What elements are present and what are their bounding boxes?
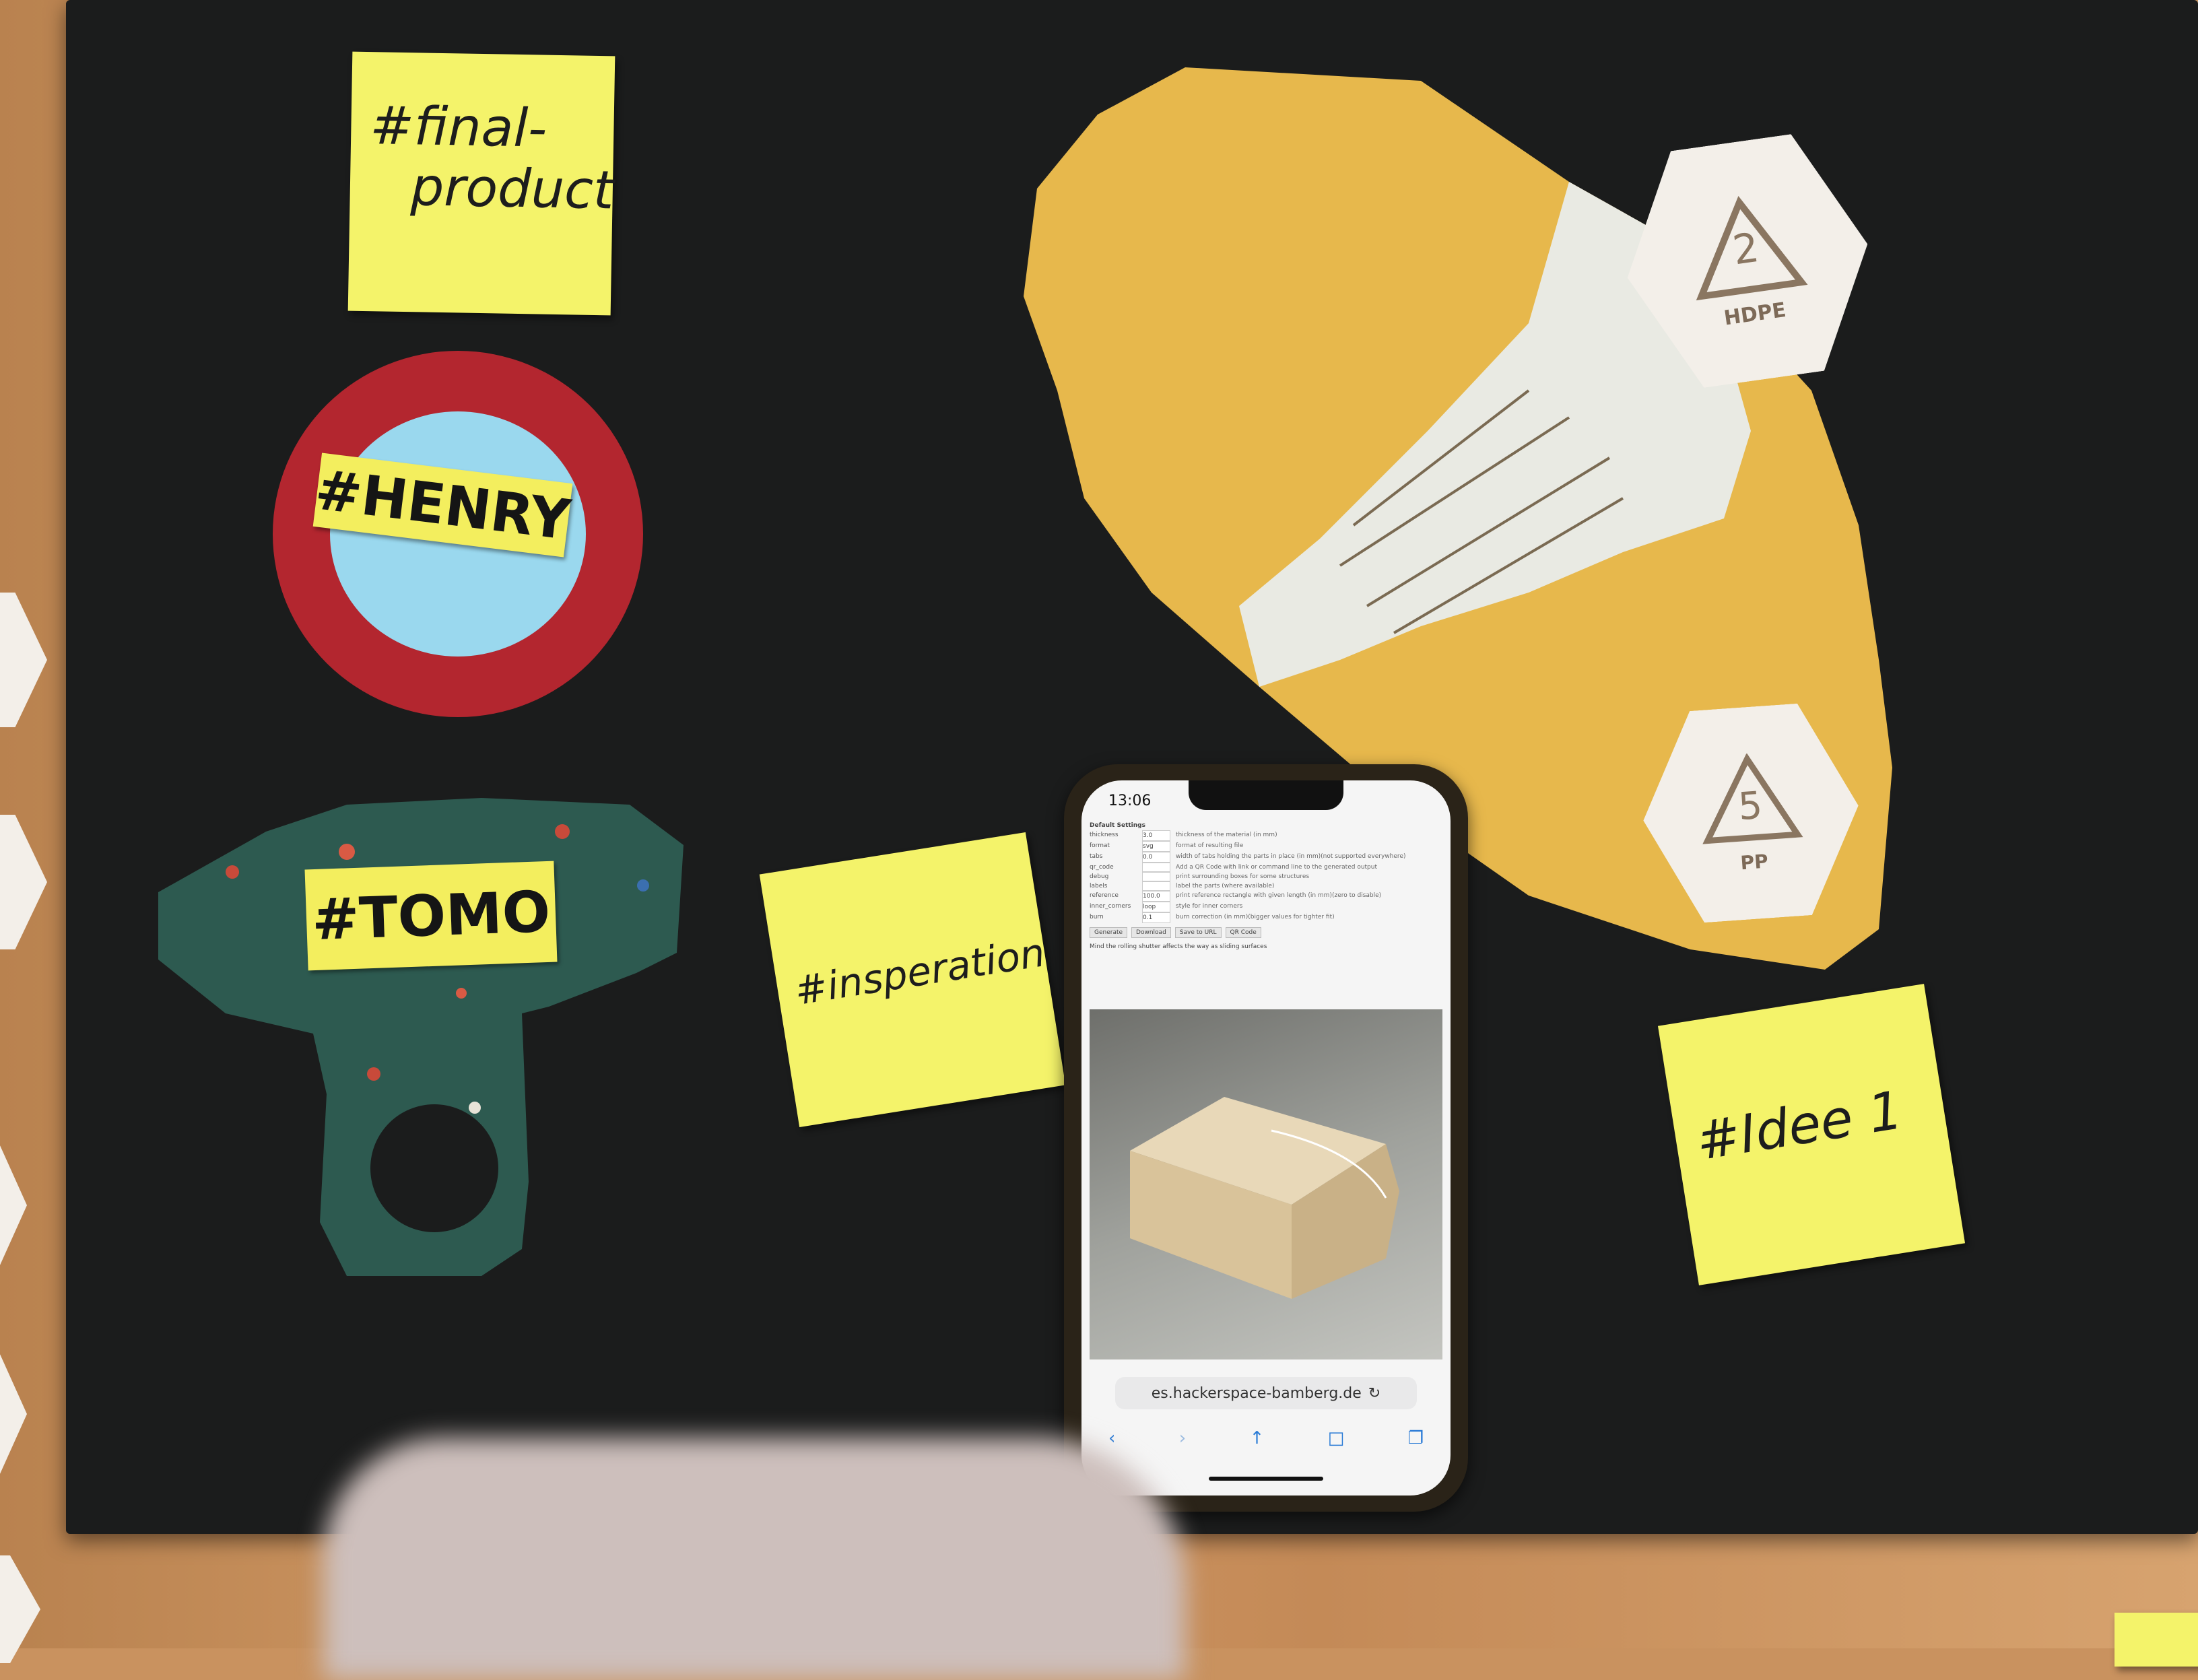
settings-key: format [1090,842,1110,849]
settings-desc: print reference rectangle with given len… [1176,892,1382,899]
settings-value[interactable] [1142,872,1170,881]
generate-button[interactable]: Generate [1090,927,1128,938]
inspiration-text: #insperation [791,929,1048,1015]
download-button[interactable]: Download [1131,927,1171,938]
blurred-hand [323,1438,1185,1680]
settings-key: debug [1090,873,1109,880]
settings-desc: format of resulting file [1176,842,1244,849]
settings-row: inner_corners loop style for inner corners [1090,902,1442,912]
settings-row: qr_code Add a QR Code with link or comman… [1090,863,1442,872]
settings-rows: thickness 3.0 thickness of the material (i… [1090,830,1442,923]
sticky-note-corner [2114,1613,2198,1667]
settings-value[interactable] [1142,863,1170,872]
idee-text: #Idee 1 [1692,1080,1907,1173]
smartphone: 13:06 Default Settings thickness 3.0 thick… [1064,764,1468,1512]
settings-key: thickness [1090,832,1119,838]
phone-screen: 13:06 Default Settings thickness 3.0 thick… [1081,780,1451,1496]
settings-key: qr_code [1090,864,1114,871]
settings-desc: label the parts (where available) [1176,883,1275,889]
label-tomo: #TOMO [304,861,558,971]
settings-key: reference [1090,892,1119,899]
recycling-code-hdpe: HDPE [1722,298,1788,331]
wooden-box-image [1130,1097,1399,1299]
browser-toolbar: ‹ › ↑ □ ❐ [1108,1428,1424,1455]
settings-value[interactable]: 0.0 [1142,852,1170,863]
settings-value[interactable]: svg [1142,841,1170,852]
footer-note: Mind the rolling shutter affects the way… [1090,943,1267,950]
settings-title: Default Settings [1090,822,1145,829]
settings-key: inner_corners [1090,903,1131,910]
settings-key: tabs [1090,853,1103,860]
bookmarks-icon[interactable]: □ [1328,1428,1345,1455]
share-icon[interactable]: ↑ [1250,1428,1265,1455]
sticky-note-final-product: #final- product [347,51,615,316]
settings-row: debug print surrounding boxes for some st… [1090,872,1442,881]
settings-row: tabs 0.0 width of tabs holding the parts i… [1090,852,1442,863]
settings-desc: burn correction (in mm)(bigger values fo… [1176,914,1335,920]
url-text: es.hackerspace-bamberg.de [1151,1384,1362,1402]
home-indicator [1209,1477,1323,1481]
back-icon[interactable]: ‹ [1108,1428,1115,1455]
settings-row: format svg format of resulting file [1090,841,1442,852]
settings-panel: Default Settings thickness 3.0 thickness o… [1090,821,1442,1003]
tabs-icon[interactable]: ❐ [1408,1428,1424,1455]
settings-desc: style for inner corners [1176,903,1243,910]
sticky-note-idee: #Idee 1 [1657,984,1966,1285]
recycling-number-pp: 5 [1737,783,1764,830]
url-bar[interactable]: es.hackerspace-bamberg.de ↻ [1115,1377,1417,1409]
settings-row: burn 0.1 burn correction (in mm)(bigger va… [1090,912,1442,923]
status-bar-time: 13:06 [1108,793,1152,809]
settings-row: labels label the parts (where available) [1090,881,1442,891]
settings-desc: print surrounding boxes for some structu… [1176,873,1310,880]
settings-value[interactable]: loop [1142,902,1170,912]
phone-notch [1189,780,1343,810]
settings-row: thickness 3.0 thickness of the material (i… [1090,830,1442,841]
forward-icon[interactable]: › [1179,1428,1186,1455]
save-to-url-button[interactable]: Save to URL [1174,927,1222,938]
settings-row: reference 100.0 print reference rectangle … [1090,891,1442,902]
recycling-code-pp: PP [1739,849,1769,874]
qr-code-button[interactable]: QR Code [1225,927,1261,938]
final-product-line-1: #final- [369,96,548,160]
settings-desc: Add a QR Code with link or command line … [1176,864,1378,871]
wooden-box-photo [1090,1009,1442,1359]
reload-icon[interactable]: ↻ [1368,1385,1380,1402]
settings-value[interactable]: 100.0 [1142,891,1170,902]
settings-desc: thickness of the material (in mm) [1176,832,1277,838]
settings-desc: width of tabs holding the parts in place… [1176,853,1406,860]
final-product-line-2: product [410,157,615,222]
settings-key: burn [1090,914,1104,920]
settings-buttons: Generate Download Save to URL QR Code [1090,927,1442,938]
settings-value[interactable]: 3.0 [1142,830,1170,841]
settings-value[interactable] [1142,881,1170,891]
settings-key: labels [1090,883,1108,889]
settings-value[interactable]: 0.1 [1142,912,1170,923]
